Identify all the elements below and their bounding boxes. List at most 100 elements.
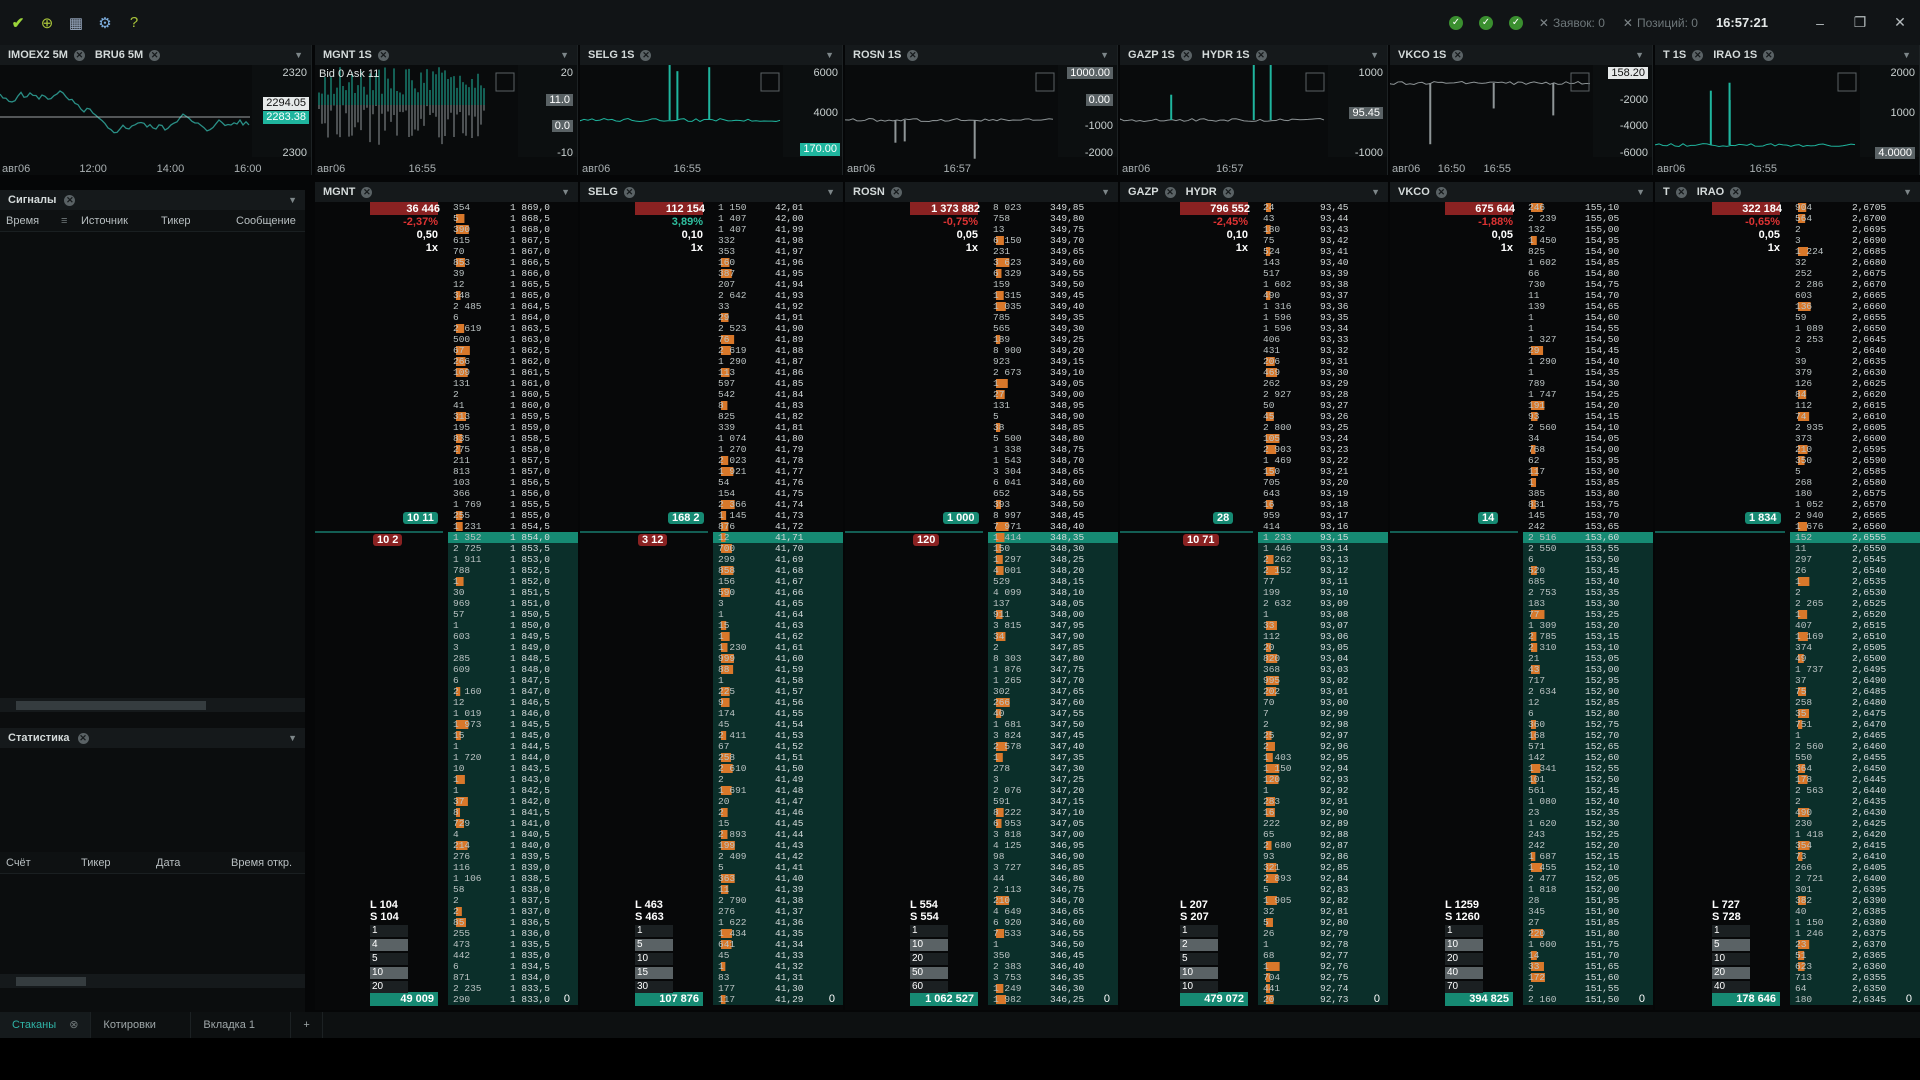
book-tab[interactable]: T	[1663, 186, 1670, 198]
qty-preset-button[interactable]: 10	[1445, 939, 1483, 951]
qty-preset-button[interactable]: 10	[370, 967, 408, 979]
chevron-down-icon[interactable]: ▼	[1903, 187, 1912, 197]
qty-preset-button[interactable]: 30	[635, 981, 673, 993]
book-tab[interactable]: HYDR	[1186, 186, 1217, 198]
col-ticker[interactable]: Тикер	[155, 215, 230, 227]
qty-preset-button[interactable]: 5	[635, 939, 673, 951]
col-ticker[interactable]: Тикер	[75, 857, 150, 869]
qty-preset-button[interactable]: 1	[370, 925, 408, 937]
qty-preset-button[interactable]: 1	[635, 925, 673, 937]
chevron-down-icon[interactable]: ▼	[288, 195, 297, 205]
qty-preset-button[interactable]: 4	[370, 939, 408, 951]
chart-tab[interactable]: GAZP 1S	[1128, 49, 1175, 61]
chart-canvas[interactable]	[1390, 65, 1653, 175]
chevron-down-icon[interactable]: ▼	[1370, 50, 1379, 60]
col-message[interactable]: Сообщение	[230, 215, 305, 227]
chevron-down-icon[interactable]: ▼	[561, 187, 570, 197]
qty-preset-button[interactable]: 10	[1180, 981, 1218, 993]
close-icon[interactable]: ✕	[1255, 49, 1267, 61]
add-icon[interactable]: ⊕	[36, 12, 58, 34]
order-book[interactable]: 24 43 180 75 524 143 517 1 602 490 1 316…	[1120, 202, 1388, 1010]
chart-canvas[interactable]	[845, 65, 1118, 175]
close-icon[interactable]: ⊗	[69, 1019, 78, 1031]
qty-preset-button[interactable]: 15	[635, 967, 673, 979]
chart-tab[interactable]: MGNT 1S	[323, 49, 372, 61]
help-icon[interactable]: ?	[123, 12, 145, 34]
qty-preset-button[interactable]: 1	[1445, 925, 1483, 937]
chart-canvas[interactable]	[1120, 65, 1388, 175]
chart-pane-c7[interactable]: T 1S ✕ IRAO 1S ✕ ▼ 2000 1000 4.0000 авг06 16:55	[1655, 45, 1920, 175]
multiplier[interactable]: 1x	[1768, 242, 1780, 254]
chevron-down-icon[interactable]: ▼	[825, 50, 834, 60]
multiplier[interactable]: 1x	[1236, 242, 1248, 254]
close-icon[interactable]: ✕	[1180, 49, 1192, 61]
tab-stakany[interactable]: Стаканы ⊗	[0, 1012, 92, 1038]
order-book[interactable]: 904 564 2 3 1 224 32 252 2 286 603 136 5…	[1655, 202, 1920, 1010]
col-time[interactable]: Время	[0, 215, 55, 227]
order-book[interactable]: 8 023 758 13 6 150 231 3 623 6 329 159 1…	[845, 202, 1118, 1010]
ask-marker[interactable]: 168 2	[668, 512, 704, 524]
qty-preset-button[interactable]: 60	[910, 981, 948, 993]
col-date[interactable]: Дата	[150, 857, 225, 869]
close-icon[interactable]: ✕	[1763, 49, 1775, 61]
chevron-down-icon[interactable]: ▼	[1100, 50, 1109, 60]
qty-preset-button[interactable]: 20	[1445, 953, 1483, 965]
chart-tab[interactable]: HYDR 1S	[1202, 49, 1250, 61]
ask-marker[interactable]: 28	[1213, 512, 1234, 524]
chart-tab[interactable]: T 1S	[1663, 49, 1686, 61]
book-tab[interactable]: IRAO	[1697, 186, 1725, 198]
chevron-down-icon[interactable]: ▼	[288, 733, 297, 743]
chevron-down-icon[interactable]: ▼	[1371, 187, 1380, 197]
chart-pane-c2[interactable]: MGNT 1S ✕ ▼ Bid 0 Ask 11 20 11.0 0.0 -10 авг06 16…	[315, 45, 578, 175]
cancel-orders-icon[interactable]: ✕	[1539, 16, 1549, 30]
qty-preset-button[interactable]: 40	[1445, 967, 1483, 979]
table-icon[interactable]: ▦	[65, 12, 87, 34]
tab-tab1[interactable]: Вкладка 1	[191, 1012, 292, 1038]
qty-preset-button[interactable]: 70	[1445, 981, 1483, 993]
qty-preset-button[interactable]: 1	[1180, 925, 1218, 937]
chevron-down-icon[interactable]: ▼	[1635, 50, 1644, 60]
ask-marker[interactable]: 1 000	[943, 512, 979, 524]
chart-tab[interactable]: SELG 1S	[588, 49, 634, 61]
qty-preset-button[interactable]: 5	[1712, 939, 1750, 951]
book-tab[interactable]: ROSN	[853, 186, 885, 198]
stats-scrollbar[interactable]	[0, 974, 305, 988]
qty-preset-button[interactable]: 10	[1712, 953, 1750, 965]
qty-preset-button[interactable]: 5	[1180, 953, 1218, 965]
col-open-time[interactable]: Время откр.	[225, 857, 305, 869]
chart-canvas[interactable]	[580, 65, 843, 175]
qty-preset-button[interactable]: 5	[370, 953, 408, 965]
ask-marker[interactable]: 14	[1478, 512, 1499, 524]
close-icon[interactable]: ✕	[64, 194, 76, 206]
book-tab[interactable]: GAZP	[1128, 186, 1159, 198]
book-tab[interactable]: MGNT	[323, 186, 355, 198]
maximize-button[interactable]: ❐	[1840, 14, 1880, 31]
chevron-down-icon[interactable]: ▼	[294, 50, 303, 60]
close-icon[interactable]: ✕	[1692, 49, 1704, 61]
signals-scrollbar[interactable]	[0, 698, 305, 712]
gear-icon[interactable]: ⚙	[94, 12, 116, 34]
col-source[interactable]: Источник	[75, 215, 155, 227]
close-icon[interactable]: ✕	[1730, 186, 1742, 198]
qty-preset-button[interactable]: 1	[1712, 925, 1750, 937]
close-icon[interactable]: ✕	[1675, 186, 1687, 198]
qty-preset-button[interactable]: 10	[635, 953, 673, 965]
chart-tab[interactable]: VKCO 1S	[1398, 49, 1446, 61]
chart-pane-c6[interactable]: VKCO 1S ✕ ▼ 158.20 -2000 -4000 -6000 авг06 16:50…	[1390, 45, 1653, 175]
multiplier[interactable]: 1x	[426, 242, 438, 254]
chart-tab[interactable]: IRAO 1S	[1713, 49, 1757, 61]
multiplier[interactable]: 1x	[966, 242, 978, 254]
qty-preset-button[interactable]: 20	[370, 981, 408, 993]
bid-marker[interactable]: 120	[913, 534, 940, 546]
close-icon[interactable]: ✕	[1435, 186, 1447, 198]
chevron-down-icon[interactable]: ▼	[826, 187, 835, 197]
tab-quotes[interactable]: Котировки	[91, 1012, 192, 1038]
chart-tab[interactable]: ROSN 1S	[853, 49, 901, 61]
chevron-down-icon[interactable]: ▼	[1902, 50, 1911, 60]
qty-preset-button[interactable]: 20	[910, 953, 948, 965]
multiplier[interactable]: 1x	[1501, 242, 1513, 254]
add-tab-button[interactable]: +	[291, 1012, 323, 1038]
close-icon[interactable]: ✕	[907, 49, 919, 61]
filter-icon[interactable]: ≡	[55, 215, 75, 227]
order-book[interactable]: 1 150 1 407 1 407 332 353 160 387 207 2 …	[580, 202, 843, 1010]
